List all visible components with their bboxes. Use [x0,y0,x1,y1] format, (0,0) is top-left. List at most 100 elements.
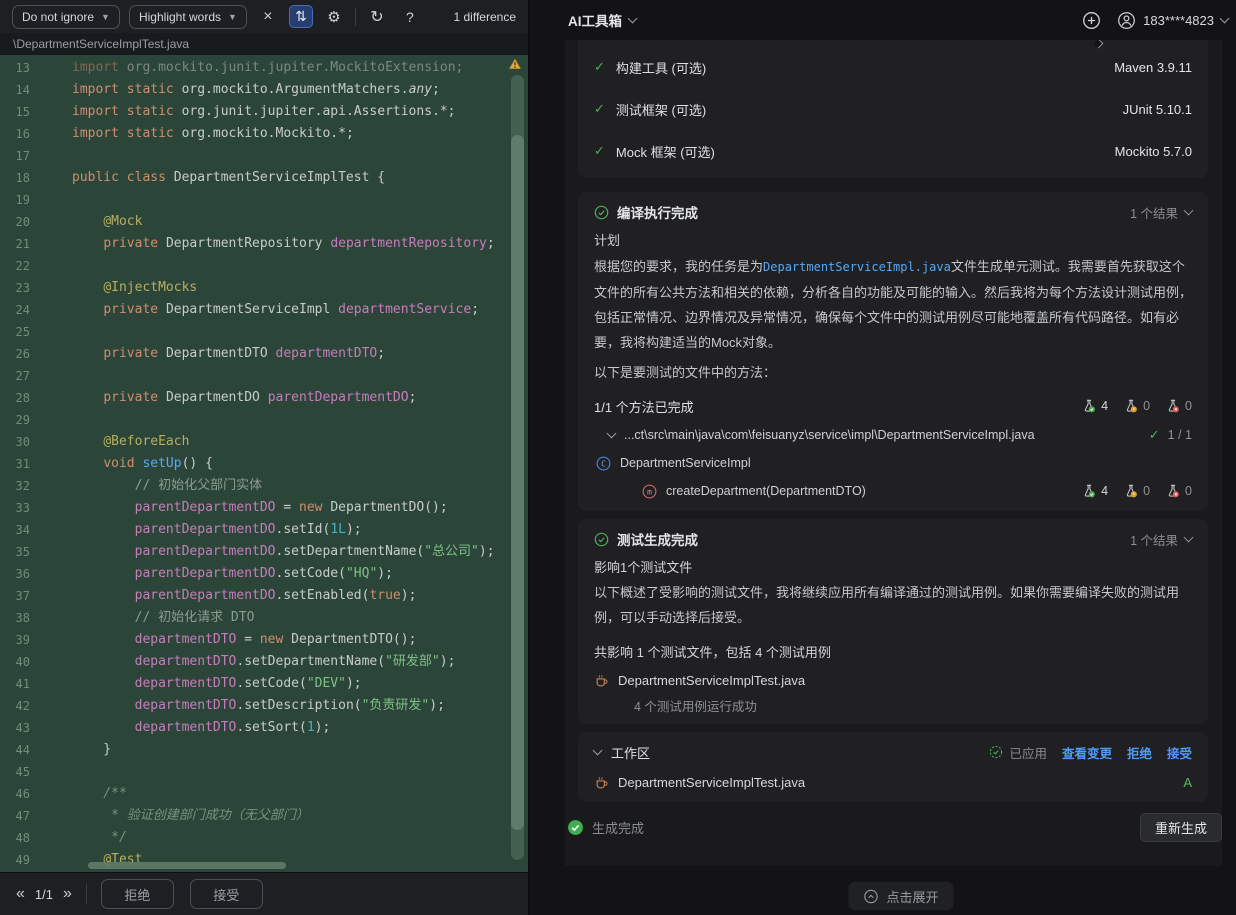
code-line: 28 private DepartmentDO parentDepartment… [0,387,528,409]
compile-title: 编译执行完成 [617,202,698,222]
test-file-row[interactable]: DepartmentServiceImplTest.java [594,670,1192,690]
reject-link[interactable]: 拒绝 [1127,743,1152,762]
previous-change-button[interactable]: « [16,886,25,902]
svg-text:C: C [601,459,606,468]
line-number: 45 [0,761,46,783]
env-value: JUnit 5.10.1 [1123,102,1192,117]
line-number: 40 [0,651,46,673]
test-pass-badge: 4 [1082,484,1108,498]
code-line: 16import static org.mockito.Mockito.*; [0,123,528,145]
code-line: 46 /** [0,783,528,805]
accept-button[interactable]: 接受 [190,879,263,909]
accept-link[interactable]: 接受 [1167,743,1192,762]
change-position: 1/1 [35,887,53,902]
code-line: 22 [0,255,528,277]
code-line: 17 [0,145,528,167]
line-number: 21 [0,233,46,255]
view-changes-link[interactable]: 查看变更 [1062,743,1112,762]
regenerate-button[interactable]: 重新生成 [1140,813,1222,842]
added-badge: A [1183,775,1192,790]
test-fail-badge: 0 [1166,399,1192,413]
toolbar-divider [355,8,356,26]
generation-status: 生成完成 [592,818,644,837]
account-menu[interactable]: 183****4823 [1117,11,1224,30]
success-circle-icon [594,532,609,547]
testgen-paragraph: 以下概述了受影响的测试文件，我将继续应用所有编译通过的测试用例。如果你需要编译失… [594,580,1192,630]
swap-sides-icon[interactable]: ⇅ [289,5,313,28]
breadcrumb-path: \DepartmentServiceImplTest.java [13,37,189,51]
close-icon[interactable]: × [256,5,280,28]
code-line: 30 @BeforeEach [0,431,528,453]
warning-icon[interactable] [508,57,522,75]
code-line: 38 // 初始化请求 DTO [0,607,528,629]
account-number: 183****4823 [1143,13,1214,28]
chevron-down-icon[interactable] [593,745,603,755]
class-row[interactable]: C DepartmentServiceImpl [594,453,1192,473]
chevron-down-icon [1184,532,1194,542]
workspace-file-row[interactable]: DepartmentServiceImplTest.java A [594,772,1192,792]
env-label: 构建工具 (可选) [616,58,706,77]
refresh-diff-icon[interactable]: ↻ [365,5,389,28]
line-number: 38 [0,607,46,629]
reject-button[interactable]: 拒绝 [101,879,174,909]
java-file-icon [594,673,609,688]
gear-icon[interactable]: ⚙ [322,5,346,28]
help-icon[interactable]: ? [398,5,422,28]
panel-title[interactable]: AI工具箱 [568,10,622,30]
code-line: 18public class DepartmentServiceImplTest… [0,167,528,189]
user-avatar-icon [1117,11,1136,30]
method-row[interactable]: m createDepartment(DepartmentDTO) 400 [594,481,1192,501]
code-line: 14import static org.mockito.ArgumentMatc… [0,79,528,101]
applied-dashed-check-icon [989,745,1003,759]
code-line: 35 parentDepartmentDO.setDepartmentName(… [0,541,528,563]
code-line: 15import static org.junit.jupiter.api.As… [0,101,528,123]
result-count: 1 个结果 [1130,203,1178,222]
add-icon[interactable] [1082,11,1101,30]
chevron-down-icon: ▼ [101,12,110,22]
line-number: 19 [0,189,46,211]
code-line: 48 */ [0,827,528,849]
difference-count: 1 difference [454,10,517,24]
line-number: 26 [0,343,46,365]
line-number: 13 [0,57,46,79]
test-warn-badge: 0 [1124,484,1150,498]
code-line: 37 parentDepartmentDO.setEnabled(true); [0,585,528,607]
chevron-down-icon [1184,205,1194,215]
flask-icon [1082,399,1096,413]
code-line: 42 departmentDTO.setDescription("负责研发"); [0,695,528,717]
plan-text: 根据您的要求，我的任务是为 [594,259,763,274]
test-detail-row[interactable]: 4 个测试用例运行成功 [594,696,1192,714]
line-number: 20 [0,211,46,233]
circle-chevron-up-icon [863,889,878,904]
code-line: 20 @Mock [0,211,528,233]
flask-icon [1166,399,1180,413]
horizontal-scrollbar-thumb[interactable] [88,862,286,869]
test-file-name: DepartmentServiceImplTest.java [618,673,805,688]
flask-icon [1124,399,1138,413]
next-change-button[interactable]: » [63,886,72,902]
ignore-mode-dropdown[interactable]: Do not ignore ▼ [12,5,120,29]
progress-badges: 400 [1082,399,1192,413]
testgen-title: 测试生成完成 [617,529,698,549]
code-editor[interactable]: 13import org.mockito.junit.jupiter.Mocki… [0,55,528,872]
code-line: 41 departmentDTO.setCode("DEV"); [0,673,528,695]
testgen-result-toggle[interactable]: 1 个结果 [1130,530,1192,549]
chevron-down-icon [628,13,638,23]
code-line: 19 [0,189,528,211]
line-number: 34 [0,519,46,541]
highlight-mode-dropdown[interactable]: Highlight words ▼ [129,5,247,29]
progress-row: 1/1 个方法已完成 400 [594,395,1192,417]
chevron-down-icon[interactable] [607,428,617,438]
file-stat: 1 / 1 [1168,428,1192,442]
env-check-row: ✓构建工具 (可选)Maven 3.9.11 [594,46,1192,88]
compile-result-toggle[interactable]: 1 个结果 [1130,203,1192,222]
line-number: 47 [0,805,46,827]
line-number: 50 [0,871,46,872]
vertical-scrollbar-thumb[interactable] [511,135,524,830]
env-label: Mock 框架 (可选) [616,142,715,161]
workspace-file-name: DepartmentServiceImplTest.java [618,775,805,790]
line-number: 16 [0,123,46,145]
expand-button[interactable]: 点击展开 [848,882,953,910]
file-tree-row[interactable]: ...ct\src\main\java\com\feisuanyz\servic… [594,425,1192,445]
env-value: Mockito 5.7.0 [1115,144,1192,159]
